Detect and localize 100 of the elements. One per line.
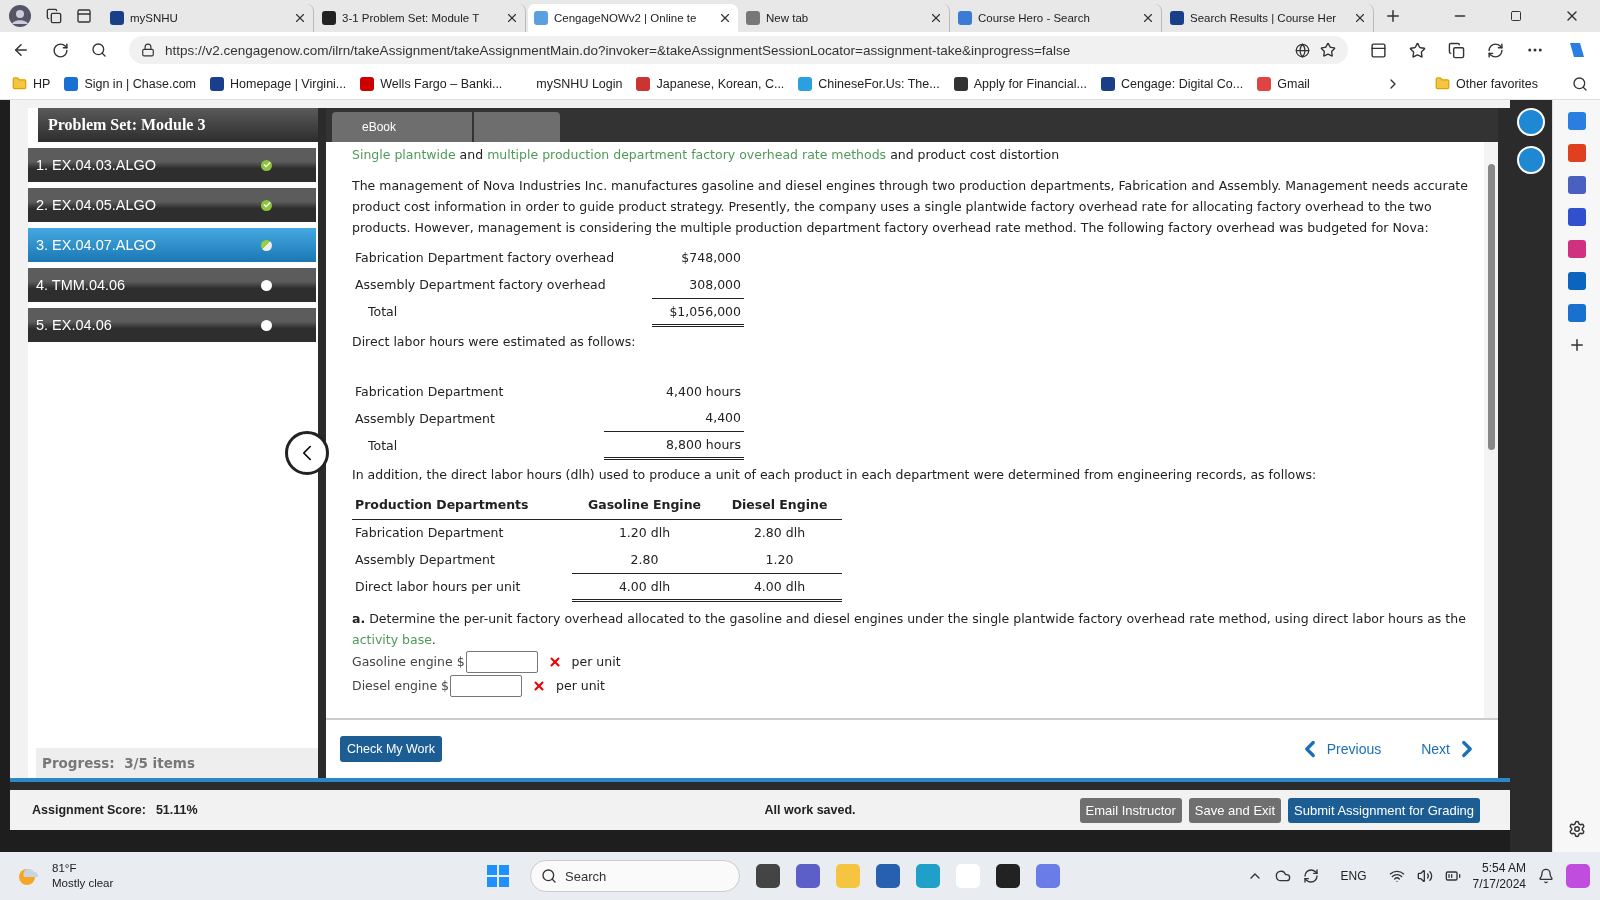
bookmark[interactable]: ChineseFor.Us: The... [798, 76, 940, 91]
taskbar-search[interactable]: Search [530, 860, 740, 892]
close-icon[interactable] [293, 11, 307, 25]
bookmark[interactable]: mySNHU Login [516, 76, 623, 91]
sidebar-app-icon[interactable] [1567, 240, 1586, 258]
close-icon[interactable] [929, 11, 943, 25]
bookmark[interactable]: Cengage: Digital Co... [1100, 76, 1244, 91]
scrollbar-thumb[interactable] [1487, 164, 1495, 450]
url-text: https://v2.cengagenow.com/ilrn/takeAssignment/takeAssignmentMain.do?invoker=&takeAssignmentSessionLocator=assignment-take&inprogress=false [165, 42, 1071, 58]
column-header: Diesel Engine [717, 491, 842, 519]
search-icon[interactable] [91, 42, 107, 58]
question-item[interactable]: 5. EX.04.06 [28, 308, 316, 342]
previous-button[interactable]: Previous [1296, 736, 1382, 763]
question-item[interactable]: 3. EX.04.07.ALGO [28, 228, 316, 262]
paragraph: The management of Nova Industries Inc. manufactures gasoline and diesel engines through two production departments, Fabrication and Assembly. Management needs accurate product cost information in order to guide product strategy. Presently, the company uses a single plantwide factory overhead rate for allocating factory overhead to the two products. However, management is considering the multiple production department factory overhead rate method. The following factory overhead was budgeted for Nova: [352, 177, 1469, 237]
column-header: Gasoline Engine [572, 491, 717, 519]
bookmark[interactable]: Homepage | Virgini... [210, 76, 347, 91]
sidebar-app-icon[interactable] [1567, 144, 1586, 162]
workspaces-icon[interactable] [46, 8, 62, 24]
table-cell: 4,400 [604, 404, 744, 432]
sidebar-app-icon[interactable] [1567, 304, 1586, 322]
bookmark[interactable]: Sign in | Chase.com [64, 76, 196, 91]
favicon [534, 11, 548, 25]
address-bar[interactable]: https://v2.cengagenow.com/ilrn/takeAssignment/takeAssignmentMain.do?invoker=&takeAssignmentSessionLocator=assignment-take&inprogress=false [129, 36, 1348, 64]
star-icon[interactable] [1320, 42, 1336, 58]
score-value: 51.11% [155, 803, 198, 818]
restore-icon[interactable] [1510, 10, 1522, 22]
browser-tab[interactable]: CengageNOWv2 | Online te [528, 4, 738, 32]
table-cell: 1.20 [717, 546, 842, 573]
favicon [958, 11, 972, 25]
table-cell-text: Fabrication Department [354, 382, 505, 401]
column-header: Production Departments [352, 491, 572, 519]
paragraph: Direct labor hours were estimated as follows: [352, 332, 637, 351]
sidebar-app-icon[interactable] [1567, 112, 1586, 130]
action-button[interactable]: Submit Assignment for Grading [1288, 797, 1480, 823]
unit-text: per unit [556, 677, 605, 695]
field-label: Diesel engine $ [352, 677, 449, 695]
sync-icon[interactable] [1302, 868, 1319, 884]
search-icon[interactable] [1572, 75, 1588, 92]
favicon [746, 11, 760, 25]
clock[interactable]: 5:54 AM 7/17/2024 [1472, 860, 1526, 892]
question-text: a. Determine the per-unit factory overhead allocated to the gasoline and diesel engines under the single plantwide factory overhead rate method, using direct labor hours as the activity base. [352, 609, 1467, 649]
favorites-icon[interactable] [1409, 41, 1426, 59]
unit-text: per unit [571, 653, 621, 671]
battery-icon[interactable] [1444, 868, 1461, 884]
heading-text: Single plantwide and multiple production department factory overhead rate methods and product cost distortion [352, 146, 1061, 164]
close-icon[interactable] [1141, 11, 1155, 25]
bell-icon[interactable] [1538, 868, 1554, 884]
profile-avatar[interactable] [8, 4, 32, 28]
bookmark[interactable]: HP [12, 76, 51, 91]
table-cell: Assembly Department factory overhead [352, 271, 652, 298]
volume-icon[interactable] [1416, 868, 1433, 884]
sidebar-app-icon[interactable] [1567, 272, 1586, 290]
close-icon[interactable] [505, 11, 519, 25]
check-button[interactable]: Check My Work [340, 736, 442, 763]
table-cell: Assembly Department [352, 546, 572, 573]
ebook-tab[interactable]: eBook [332, 112, 474, 142]
table-cell: 4.00 dlh [717, 573, 842, 600]
bookmark[interactable]: Japanese, Korean, C... [636, 76, 785, 91]
table-cell-text: $748,000 [680, 249, 742, 267]
favicon [322, 11, 336, 25]
bookmark-folder[interactable]: Other favorites [1435, 76, 1538, 91]
link[interactable]: multiple production department factory overhead rate methods [487, 147, 887, 162]
sidebar-app-icon[interactable] [1567, 176, 1586, 194]
start-icon[interactable] [486, 864, 510, 888]
favicon [110, 11, 124, 25]
bookmark[interactable]: Gmail [1257, 76, 1310, 91]
table-cell: Total [352, 298, 652, 325]
question-item[interactable]: 1. EX.04.03.ALGO [28, 148, 316, 182]
table-cell: 2.80 dlh [717, 519, 842, 546]
input-field[interactable] [465, 650, 538, 673]
question-item[interactable]: 2. EX.04.05.ALGO [28, 188, 316, 222]
tab-actions-icon[interactable] [76, 8, 92, 24]
favicon [1170, 11, 1184, 25]
bookmark[interactable]: Apply for Financial... [953, 76, 1087, 91]
table-cell: 4.00 dlh [572, 573, 717, 600]
table-cell-text: 4,400 hours [665, 382, 742, 401]
refresh-icon[interactable] [52, 41, 69, 59]
wifi-icon[interactable] [1388, 868, 1405, 884]
cloud-icon[interactable] [1274, 868, 1291, 884]
field-label: Gasoline engine $ [352, 653, 465, 671]
link[interactable]: activity base [352, 631, 432, 647]
collections-icon[interactable] [1448, 41, 1465, 59]
paragraph: In addition, the direct labor hours (dlh) used to produce a unit of each product in each department were determined from engineering records, as follows: [352, 466, 1318, 484]
close-icon[interactable] [718, 11, 732, 25]
next-button[interactable]: Next [1421, 736, 1480, 763]
question-item[interactable]: 4. TMM.04.06 [28, 268, 316, 302]
table-cell-text: Fabrication Department factory overhead [354, 249, 616, 267]
bookmark[interactable]: Wells Fargo – Banki... [360, 76, 503, 91]
action-button[interactable]: Save and Exit [1188, 797, 1282, 823]
new-tab-icon[interactable] [1384, 7, 1402, 25]
close-icon[interactable] [1353, 11, 1367, 25]
back-icon[interactable] [12, 41, 30, 59]
sidebar-app-icon[interactable] [1567, 208, 1586, 226]
settings-icon[interactable] [1567, 820, 1586, 838]
table-cell: 2.80 [572, 546, 717, 573]
link[interactable]: Single plantwide [352, 147, 456, 162]
input-field[interactable] [450, 674, 522, 697]
score-label: Assignment Score: [32, 803, 146, 818]
action-button[interactable]: Email Instructor [1079, 797, 1182, 823]
